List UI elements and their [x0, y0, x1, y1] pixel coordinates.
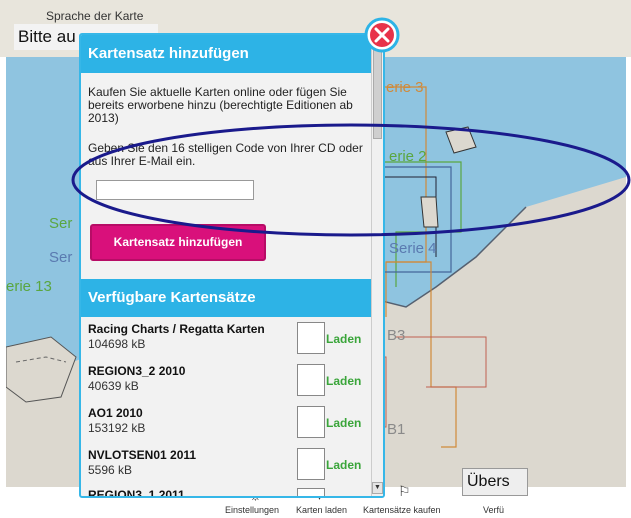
annotation-ellipse	[71, 123, 631, 237]
app-screen: Sprache der Karte Bitte au erie 3 erie 2…	[0, 0, 631, 518]
